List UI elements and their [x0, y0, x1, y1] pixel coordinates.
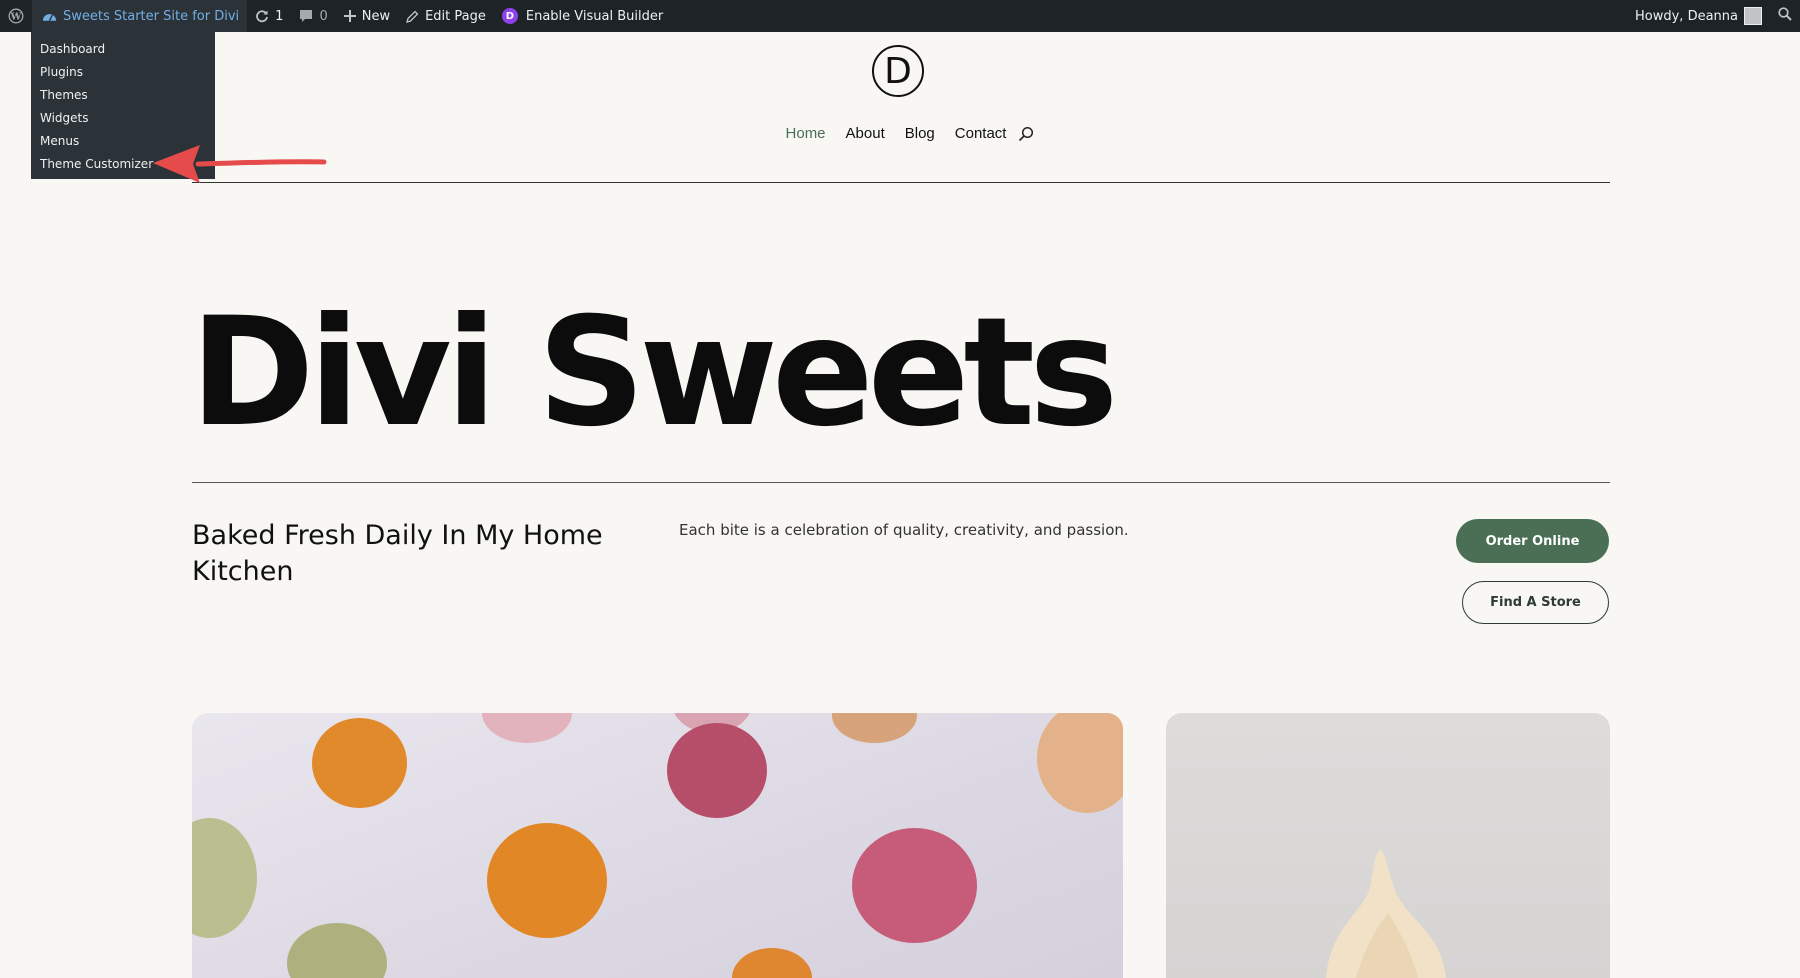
updates-count: 1	[275, 8, 284, 24]
avatar	[1744, 7, 1762, 25]
site-name-label: Sweets Starter Site for Divi	[63, 8, 240, 24]
svg-text:W: W	[10, 12, 22, 23]
annotation-arrow-icon	[153, 145, 327, 183]
macarons-image	[192, 713, 1123, 978]
hero-description: Each bite is a celebration of quality, c…	[679, 521, 1129, 539]
meringue-illustration	[1326, 849, 1446, 978]
dashboard-gauge-icon	[42, 9, 57, 23]
new-label: New	[361, 8, 391, 24]
refresh-icon	[255, 9, 269, 23]
plus-icon	[343, 10, 356, 22]
edit-page-label: Edit Page	[425, 8, 486, 24]
site-name-menu[interactable]: Sweets Starter Site for Divi	[32, 0, 248, 32]
comments-button[interactable]: 0	[291, 0, 335, 32]
find-a-store-button[interactable]: Find A Store	[1462, 581, 1609, 624]
divi-logo-icon: D	[501, 8, 518, 24]
nav-item-home[interactable]: Home	[786, 125, 826, 142]
hero-title: Divi Sweets	[190, 286, 1118, 460]
dropdown-item-widgets[interactable]: Widgets	[31, 107, 215, 130]
nav-item-contact[interactable]: Contact	[955, 125, 1007, 142]
nav-item-blog[interactable]: Blog	[905, 125, 935, 142]
comment-bubble-icon	[299, 9, 313, 23]
wp-admin-bar: W Sweets Starter Site for Divi 1 0 New E…	[0, 0, 1800, 32]
search-icon	[1778, 7, 1792, 25]
pencil-icon	[406, 10, 419, 23]
admin-bar-right: Howdy, Deanna	[1627, 0, 1800, 32]
header-divider	[192, 182, 1610, 183]
enable-visual-builder-button[interactable]: D Enable Visual Builder	[494, 0, 671, 32]
hero-tagline: Baked Fresh Daily In My Home Kitchen	[192, 520, 603, 587]
greeting-label: Howdy, Deanna	[1635, 8, 1738, 24]
new-content-button[interactable]: New	[336, 0, 398, 32]
dropdown-item-themes[interactable]: Themes	[31, 84, 215, 107]
meringue-image	[1166, 713, 1610, 978]
dropdown-item-dashboard[interactable]: Dashboard	[31, 38, 215, 61]
dropdown-item-plugins[interactable]: Plugins	[31, 61, 215, 84]
updates-button[interactable]: 1	[247, 0, 291, 32]
visual-builder-label: Enable Visual Builder	[525, 8, 664, 24]
account-menu[interactable]: Howdy, Deanna	[1627, 0, 1770, 32]
search-icon[interactable]	[1018, 126, 1034, 142]
order-online-button[interactable]: Order Online	[1456, 519, 1609, 563]
hero-divider	[192, 482, 1610, 483]
edit-page-button[interactable]: Edit Page	[398, 0, 494, 32]
wordpress-logo-icon[interactable]: W	[0, 0, 32, 32]
site-logo[interactable]: D	[872, 45, 924, 97]
admin-search-button[interactable]	[1770, 0, 1800, 32]
comments-count: 0	[319, 8, 328, 24]
nav-item-about[interactable]: About	[846, 125, 885, 142]
